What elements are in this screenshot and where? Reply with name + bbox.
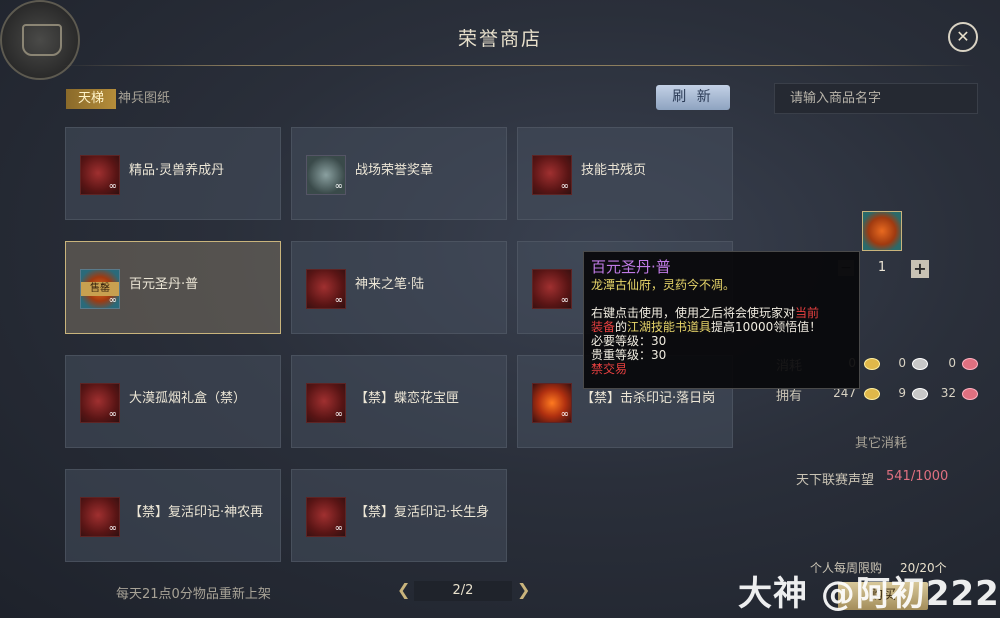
page-title: 荣誉商店: [457, 28, 542, 50]
pink-coin-icon: [962, 358, 978, 370]
infinite-badge: ∞: [108, 523, 117, 534]
infinite-badge: ∞: [108, 181, 117, 192]
item-icon: ∞: [532, 269, 572, 309]
infinite-badge: ∞: [334, 409, 343, 420]
cost-pink-value: 0: [948, 356, 956, 370]
shop-item-card[interactable]: ∞ 神来之笔·陆: [291, 241, 507, 334]
tooltip-flavor: 龙潭古仙府，灵药今不凋。: [591, 278, 736, 292]
prestige-label: 天下联赛声望: [796, 473, 875, 488]
close-button[interactable]: ✕: [948, 22, 978, 52]
tooltip-required-level: 必要等级：30: [591, 334, 667, 348]
tooltip-no-trade: 禁交易: [591, 362, 628, 376]
own-pink-value: 32: [940, 386, 956, 400]
infinite-badge: ∞: [334, 181, 343, 192]
next-page-button[interactable]: ❯: [517, 580, 530, 599]
infinite-badge: ∞: [108, 409, 117, 420]
item-icon: ∞: [306, 269, 346, 309]
item-name: 精品·灵兽养成丹: [129, 163, 225, 178]
item-name: 【禁】击杀印记·落日岗: [581, 391, 716, 406]
shop-item-card-selected[interactable]: 售罄 ∞ 百元圣丹·普: [65, 241, 281, 334]
item-icon: ∞: [532, 155, 572, 195]
page-indicator: 2/2: [414, 581, 512, 601]
infinite-badge: ∞: [108, 295, 117, 306]
infinite-badge: ∞: [334, 523, 343, 534]
close-icon: ✕: [956, 27, 970, 46]
quantity-value[interactable]: 1: [858, 258, 906, 278]
tooltip-title: 百元圣丹·普: [591, 258, 671, 276]
item-icon: ∞: [306, 383, 346, 423]
own-silver-value: 9: [898, 386, 906, 400]
item-icon: 售罄 ∞: [80, 269, 120, 309]
infinite-badge: ∞: [560, 181, 569, 192]
item-icon: ∞: [80, 497, 120, 537]
item-icon: ∞: [80, 383, 120, 423]
header-divider: [60, 65, 975, 66]
restock-notice: 每天21点0分物品重新上架: [116, 587, 271, 602]
item-icon: ∞: [80, 155, 120, 195]
pink-coin-icon: [962, 388, 978, 400]
item-name: 【禁】复活印记·神农再: [129, 505, 264, 520]
shop-item-card[interactable]: ∞ 技能书残页: [517, 127, 733, 220]
item-name: 百元圣丹·普: [129, 277, 199, 292]
infinite-badge: ∞: [560, 295, 569, 306]
shop-item-card[interactable]: ∞ 精品·灵兽养成丹: [65, 127, 281, 220]
item-icon: ∞: [532, 383, 572, 423]
other-cost-label: 其它消耗: [855, 436, 908, 451]
sold-out-badge: 售罄: [81, 282, 119, 296]
infinite-badge: ∞: [560, 409, 569, 420]
shop-item-card[interactable]: ∞ 【禁】蝶恋花宝匣: [291, 355, 507, 448]
infinite-badge: ∞: [334, 295, 343, 306]
item-name: 【禁】复活印记·长生身: [355, 505, 490, 520]
item-name: 战场荣誉奖章: [355, 163, 434, 178]
item-name: 【禁】蝶恋花宝匣: [355, 391, 460, 406]
shop-item-card[interactable]: ∞ 战场荣誉奖章: [291, 127, 507, 220]
item-tooltip: 百元圣丹·普 龙潭古仙府，灵药今不凋。 右键点击使用，使用之后将会使玩家对当前 …: [583, 251, 860, 389]
item-name: 大漠孤烟礼盒（禁）: [129, 391, 247, 406]
watermark: 大神 @阿初222: [738, 574, 1000, 614]
shop-item-card[interactable]: ∞ 【禁】复活印记·神农再: [65, 469, 281, 562]
item-name: 技能书残页: [581, 163, 647, 178]
tooltip-description: 右键点击使用，使用之后将会使玩家对当前 装备的江湖技能书道具提高10000领悟值…: [591, 306, 822, 334]
shop-item-card[interactable]: ∞ 大漠孤烟礼盒（禁）: [65, 355, 281, 448]
search-input[interactable]: [774, 83, 978, 114]
item-name: 神来之笔·陆: [355, 277, 425, 292]
item-icon: ∞: [306, 155, 346, 195]
prev-page-button[interactable]: ❮: [397, 580, 410, 599]
prestige-value: 541/1000: [886, 469, 949, 484]
tab-weapon-blueprint[interactable]: 神兵图纸: [118, 89, 170, 109]
refresh-button[interactable]: 刷 新: [656, 85, 730, 110]
shop-item-card[interactable]: ∞ 【禁】复活印记·长生身: [291, 469, 507, 562]
selected-item-icon: [862, 211, 902, 251]
quantity-plus-button[interactable]: +: [911, 260, 929, 278]
item-icon: ∞: [306, 497, 346, 537]
tab-ladder[interactable]: 天梯: [66, 89, 116, 109]
tooltip-noble-level: 贵重等级：30: [591, 348, 667, 362]
chevron-left-icon: ❮: [397, 580, 411, 599]
chevron-right-icon: ❯: [517, 580, 531, 599]
cost-silver-value: 0: [898, 356, 906, 370]
